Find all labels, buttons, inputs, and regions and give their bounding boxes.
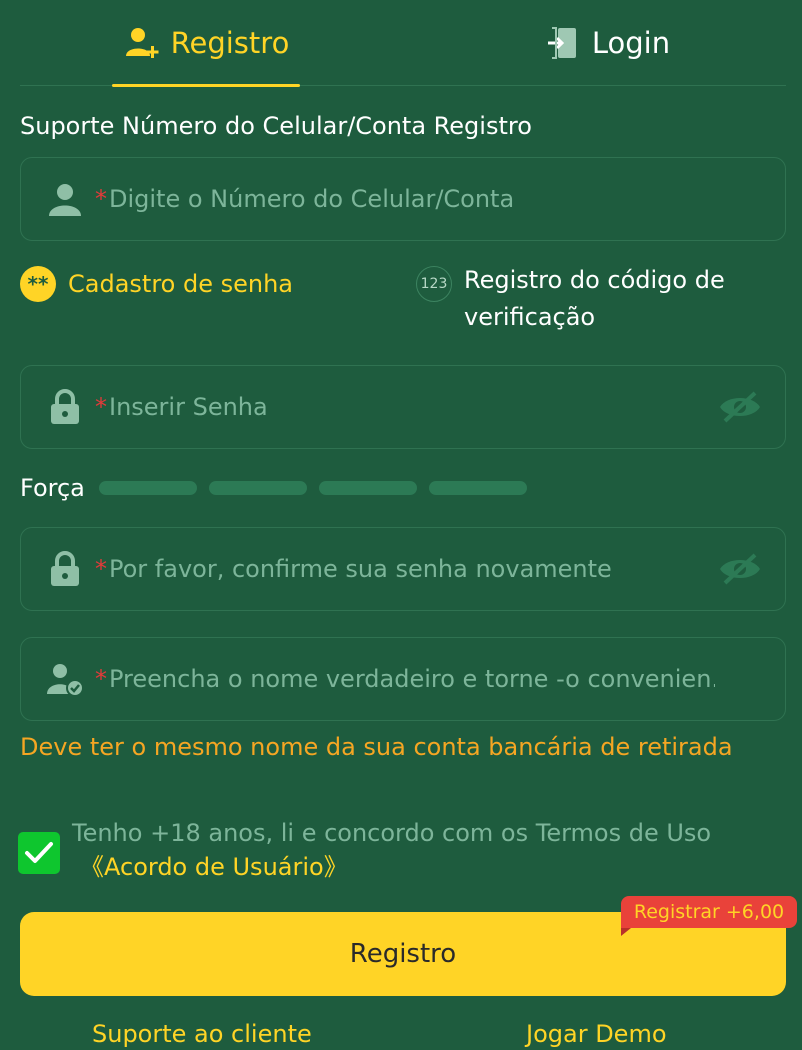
customer-support-link[interactable]: Suporte ao cliente — [92, 1020, 312, 1048]
mode-code-label-line2: verificação — [464, 303, 596, 331]
strength-bar — [428, 481, 527, 495]
check-icon — [25, 842, 53, 863]
realname-field: * — [20, 637, 786, 721]
account-field: * — [20, 157, 786, 241]
user-icon — [45, 179, 85, 219]
login-door-icon — [544, 24, 582, 62]
required-mark: * — [95, 185, 107, 213]
strength-label: Força — [20, 474, 85, 502]
add-user-icon — [123, 24, 161, 62]
tab-login[interactable]: Login — [532, 0, 682, 86]
account-section-label: Suporte Número do Celular/Conta Registro — [20, 112, 532, 140]
auth-tabs: Registro Login — [20, 0, 786, 87]
mode-password-label: Cadastro de senha — [68, 270, 293, 298]
tab-login-label: Login — [591, 26, 671, 60]
realname-input[interactable] — [109, 638, 715, 720]
eye-off-icon[interactable] — [717, 387, 763, 427]
mode-code-option[interactable]: 123 Registro do código de verificação — [416, 262, 776, 336]
active-tab-underline — [112, 84, 300, 87]
password-field: * — [20, 365, 786, 449]
mode-code-label: Registro do código de verificação — [464, 262, 725, 336]
mode-password-option[interactable]: ** Cadastro de senha — [20, 262, 293, 306]
account-input[interactable] — [109, 158, 715, 240]
eye-off-icon[interactable] — [717, 549, 763, 589]
required-mark: * — [95, 665, 107, 693]
user-agreement-link[interactable]: 《Acordo de Usuário》 — [80, 850, 348, 884]
password-strength: Força — [20, 472, 539, 504]
code-mode-badge: 123 — [416, 266, 452, 302]
password-mode-badge: ** — [20, 266, 56, 302]
verified-user-icon — [45, 659, 85, 699]
agreement-checkbox[interactable] — [18, 832, 60, 874]
mode-code-label-line1: Registro do código de — [464, 266, 725, 294]
confirm-password-field: * — [20, 527, 786, 611]
tab-register[interactable]: Registro — [112, 0, 300, 87]
lock-icon — [45, 549, 85, 589]
strength-bar — [208, 481, 307, 495]
agreement-text: Tenho +18 anos, li e concordo com os Ter… — [72, 819, 712, 847]
confirm-password-input[interactable] — [109, 528, 715, 610]
strength-bar — [98, 481, 197, 495]
register-bonus-badge: Registrar +6,00 — [621, 896, 797, 936]
play-demo-link[interactable]: Jogar Demo — [526, 1020, 667, 1048]
agreement-row: Tenho +18 anos, li e concordo com os Ter… — [18, 816, 784, 886]
register-mode-selector: ** Cadastro de senha 123 Registro do cód… — [20, 262, 786, 342]
password-input[interactable] — [109, 366, 715, 448]
required-mark: * — [95, 555, 107, 583]
tab-register-label: Registro — [170, 26, 290, 60]
realname-note: Deve ter o mesmo nome da sua conta bancá… — [20, 733, 733, 761]
lock-icon — [45, 387, 85, 427]
strength-bar — [318, 481, 417, 495]
required-mark: * — [95, 393, 107, 421]
